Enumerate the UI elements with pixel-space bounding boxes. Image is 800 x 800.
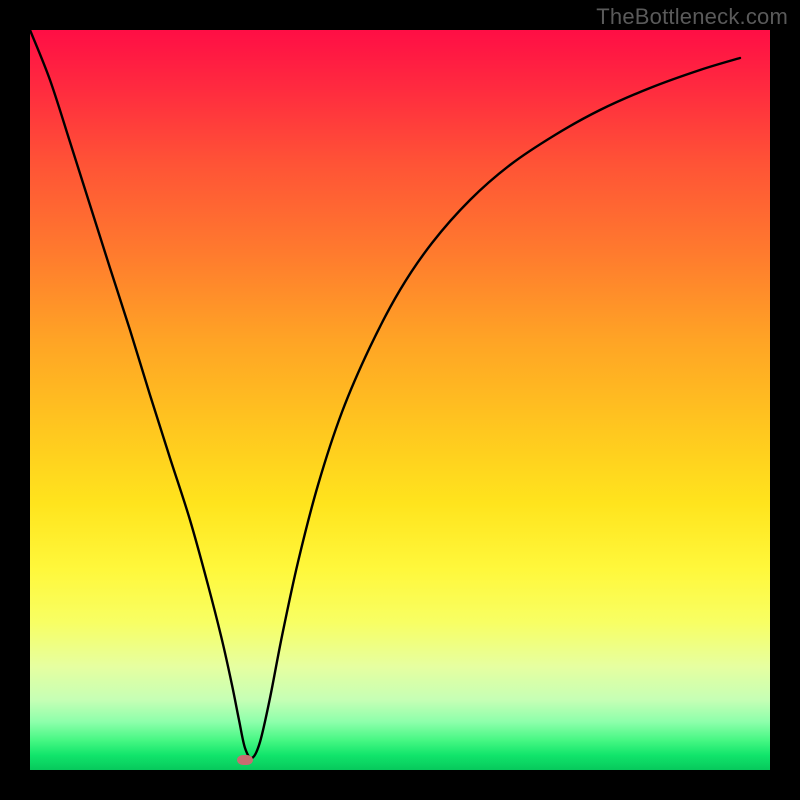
- bottleneck-curve: [30, 30, 740, 758]
- minimum-point-marker: [237, 755, 253, 765]
- curve-svg: [30, 30, 770, 770]
- watermark-text: TheBottleneck.com: [596, 4, 788, 30]
- chart-frame: TheBottleneck.com: [0, 0, 800, 800]
